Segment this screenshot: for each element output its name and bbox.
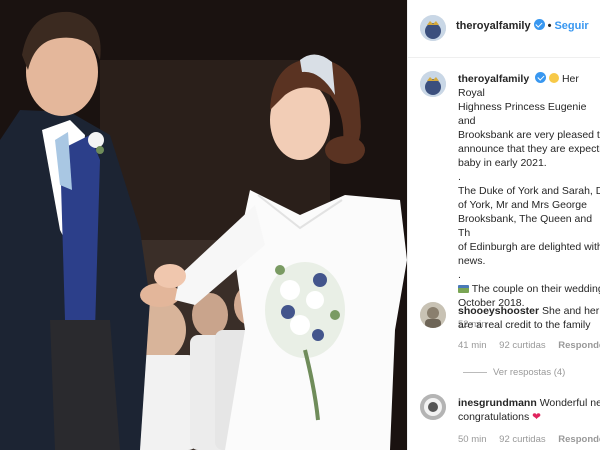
commenter-avatar[interactable]: [420, 394, 446, 420]
post-header: theroyalfamily • Seguir: [408, 0, 600, 58]
caption-separator: .: [458, 269, 461, 281]
post-author-username[interactable]: theroyalfamily: [456, 20, 531, 32]
wedding-photo-illustration: [0, 0, 407, 450]
caption-line: The Duke of York and Sarah, D: [458, 185, 600, 197]
comment-text: inesgrundmann Wonderful new congratulati…: [458, 396, 600, 424]
comment-meta: 41 min 92 curtidas Responder: [458, 340, 600, 351]
caption-text: theroyalfamily Her Royal Highness Prince…: [458, 72, 600, 332]
caption-username[interactable]: theroyalfamily: [458, 73, 529, 85]
commenter-username[interactable]: shooeyshooster: [458, 305, 539, 317]
post-side-panel: theroyalfamily • Seguir theroyalfamily Her…: [407, 0, 600, 450]
comment-timestamp: 50 min: [458, 434, 487, 445]
verified-badge-icon: [533, 19, 545, 30]
user-photo-icon: [420, 302, 446, 328]
caption-line: Brooksbank, The Queen and Th: [458, 213, 595, 239]
comment-text: shooeyshooster She and her si are a real…: [458, 304, 600, 332]
instagram-post-view: theroyalfamily • Seguir theroyalfamily Her…: [0, 0, 600, 450]
crown-icon: [420, 15, 446, 41]
heart-emoji-icon: ❤: [532, 411, 541, 423]
comment-line: are a real credit to the family: [458, 319, 591, 331]
verified-badge-icon: [535, 72, 547, 83]
reply-button[interactable]: Responder: [558, 434, 600, 445]
caption-line: news.: [458, 255, 486, 267]
post-photo[interactable]: [0, 0, 407, 450]
caption-line: Highness Princess Eugenie and: [458, 101, 590, 127]
user-photo-icon: [420, 394, 446, 420]
reply-button[interactable]: Responder: [558, 340, 600, 351]
comment-line: She and her si: [542, 305, 600, 317]
comment-timestamp: 41 min: [458, 340, 487, 351]
comment-line: congratulations: [458, 411, 530, 423]
photo-emoji-icon: [458, 285, 469, 293]
caption-line: of Edinburgh are delighted with: [458, 241, 600, 253]
commenter-username[interactable]: inesgrundmann: [458, 397, 537, 409]
comment-meta: 50 min 92 curtidas Responder: [458, 434, 600, 445]
caption-line: Brooksbank are very pleased to: [458, 129, 600, 141]
profile-avatar[interactable]: [420, 15, 446, 41]
divider-line: [463, 371, 487, 373]
commenter-avatar[interactable]: [420, 302, 446, 328]
comment-line: Wonderful new: [539, 397, 600, 409]
post-author: theroyalfamily • Seguir: [456, 19, 589, 32]
caption-line: baby in early 2021.: [458, 157, 547, 169]
comment-likes[interactable]: 92 curtidas: [499, 434, 545, 445]
caption-separator: .: [458, 171, 461, 183]
view-replies-button[interactable]: Ver respostas (4): [463, 367, 565, 378]
caption-line: The couple on their wedding: [471, 283, 600, 295]
crown-icon: [420, 71, 446, 97]
separator-dot: •: [547, 20, 552, 32]
comment-likes[interactable]: 92 curtidas: [499, 340, 545, 351]
caption-line: of York, Mr and Mrs George: [458, 199, 587, 211]
smile-emoji-icon: [549, 73, 560, 83]
follow-button[interactable]: Seguir: [554, 20, 588, 32]
caption-avatar[interactable]: [420, 71, 446, 97]
caption-line: announce that they are expecti: [458, 143, 600, 155]
view-replies-label: Ver respostas (4): [493, 367, 566, 378]
